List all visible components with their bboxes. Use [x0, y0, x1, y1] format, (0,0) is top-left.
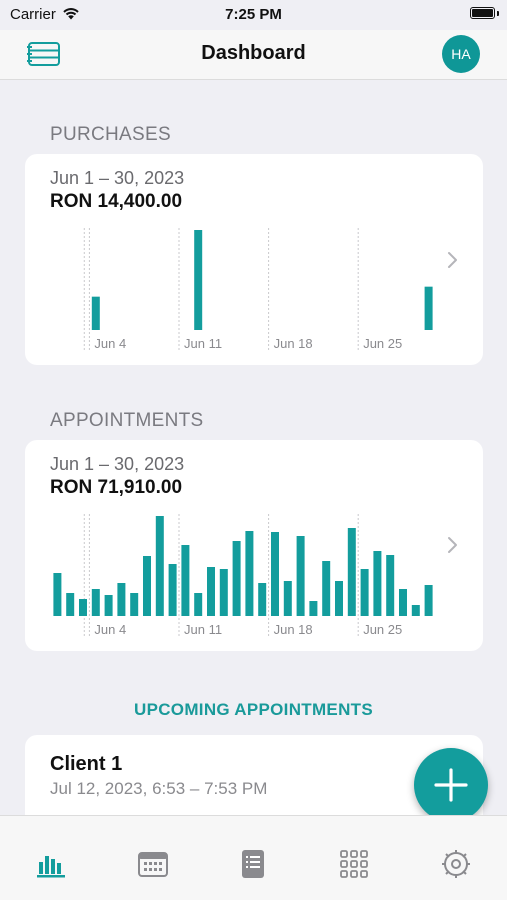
chart-bar	[335, 581, 343, 616]
chart-bar	[91, 589, 100, 616]
tab-grid[interactable]	[338, 848, 370, 880]
purchases-chart: Jun 4 Jun 11 Jun 18 Jun 25	[83, 228, 433, 351]
chart-bar	[399, 589, 407, 616]
add-appointment-button[interactable]	[414, 748, 488, 822]
chart-bar	[347, 528, 356, 616]
chart-bar	[104, 595, 113, 616]
chevron-right-icon[interactable]	[445, 250, 459, 270]
upcoming-section-title: UPCOMING APPOINTMENTS	[134, 700, 373, 719]
x-tick-label: Jun 18	[274, 336, 313, 351]
x-tick-label: Jun 11	[184, 336, 222, 351]
x-tick-label: Jun 25	[363, 622, 402, 637]
purchases-card[interactable]: Jun 1 – 30, 2023 RON 14,400.00 Jun 4 Jun …	[25, 154, 483, 365]
chart-bar	[155, 516, 164, 616]
chart-bar	[194, 230, 203, 330]
appointments-chart: Jun 4 Jun 11 Jun 18 Jun 25	[53, 514, 433, 637]
chart-bar	[53, 573, 62, 616]
chart-bar	[411, 605, 420, 616]
chart-bar	[91, 296, 100, 330]
chart-bar	[245, 531, 254, 616]
chart-bar	[424, 585, 433, 616]
tab-settings[interactable]	[440, 848, 472, 880]
chart-bar	[424, 286, 433, 330]
chart-bar	[219, 569, 228, 616]
status-bar: Carrier 7:25 PM	[0, 0, 507, 30]
x-tick-label: Jun 11	[184, 622, 222, 637]
bar-chart-icon	[37, 856, 65, 878]
list-icon	[242, 850, 264, 878]
appointments-section-title: APPOINTMENTS	[50, 410, 204, 431]
x-tick-label: Jun 4	[94, 622, 126, 637]
page-title: Dashboard	[201, 42, 306, 64]
chart-bar	[283, 581, 292, 616]
chart-bar	[360, 569, 369, 616]
chart-bar	[207, 567, 215, 616]
chart-bar	[232, 541, 241, 616]
chart-bar	[258, 583, 267, 616]
chart-bar	[79, 599, 87, 616]
battery-icon	[470, 7, 495, 19]
chevron-right-icon[interactable]	[445, 535, 459, 555]
tab-dashboard[interactable]	[36, 848, 68, 880]
chart-bar	[386, 555, 395, 616]
chart-bar	[194, 593, 203, 616]
x-tick-label: Jun 4	[94, 336, 126, 351]
chart-bar	[322, 561, 331, 616]
calendar-icon	[138, 852, 168, 877]
chart-bar	[143, 556, 151, 616]
plus-icon	[434, 768, 468, 802]
tab-bar	[0, 815, 507, 900]
chart-bar	[373, 551, 382, 616]
chart-bar	[296, 536, 305, 616]
avatar[interactable]: HA	[442, 35, 480, 73]
appointments-card[interactable]: Jun 1 – 30, 2023 RON 71,910.00 Jun 4 Jun …	[25, 440, 483, 651]
appointment-client: Client 1	[50, 753, 123, 775]
x-tick-label: Jun 18	[274, 622, 313, 637]
appointment-time: Jul 12, 2023, 6:53 – 7:53 PM	[50, 779, 268, 798]
chart-bar	[271, 532, 279, 616]
chart-bar	[168, 564, 177, 616]
chart-bar	[117, 583, 126, 616]
gear-icon	[442, 850, 470, 878]
tab-list[interactable]	[237, 848, 269, 880]
x-tick-label: Jun 25	[363, 336, 402, 351]
battery-tip	[497, 11, 499, 16]
chart-bar	[309, 601, 318, 616]
chart-bar	[181, 545, 190, 616]
tab-calendar[interactable]	[137, 848, 169, 880]
chart-bar	[130, 593, 139, 616]
purchases-section-title: PURCHASES	[50, 124, 171, 145]
status-time: 7:25 PM	[225, 6, 282, 23]
chart-bar	[66, 593, 75, 616]
nav-header: Dashboard HA	[0, 30, 507, 80]
grid-icon	[340, 850, 368, 878]
